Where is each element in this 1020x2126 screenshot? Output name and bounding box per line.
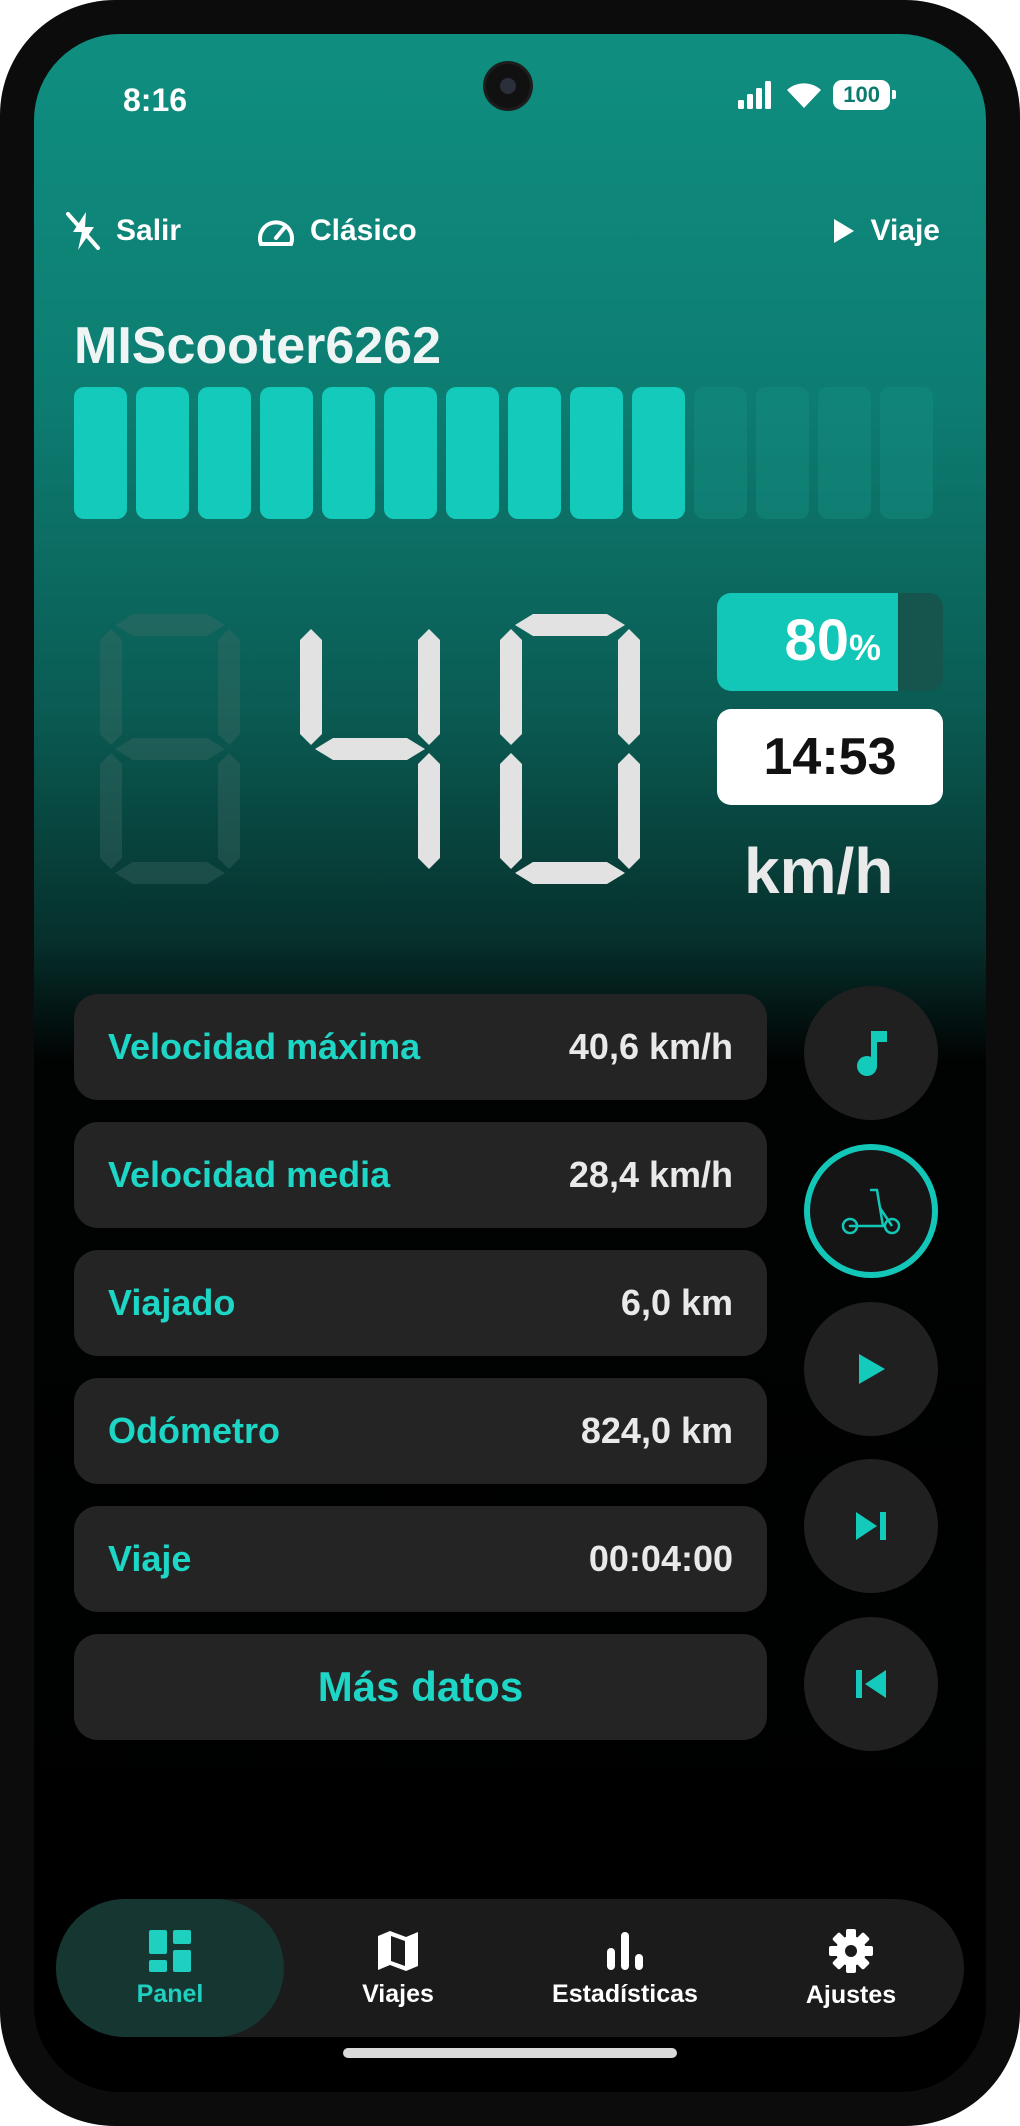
power-segment [446,387,499,519]
stat-label: Odómetro [108,1410,281,1451]
bar-chart-icon [607,1931,643,1970]
speed-segment [100,629,122,745]
battery-percentage-text: 80% [784,607,881,674]
more-data-button[interactable]: Más datos [74,1634,767,1740]
stat-value: 824,0 km [580,1410,733,1451]
power-segment [570,387,623,519]
power-segment [198,387,251,519]
trip-button[interactable]: Viaje [830,206,940,256]
nav-item-viajes[interactable]: Viajes [284,1899,512,2037]
battery-percentage-value: 80 [784,608,849,673]
speed-display [100,614,640,884]
exit-button[interactable]: Salir [64,206,181,256]
music-button[interactable] [804,986,938,1120]
mode-button[interactable]: Clásico [256,206,417,256]
stat-value: 00:04:00 [588,1538,733,1579]
mode-label: Clásico [310,214,417,247]
speedometer-icon [258,220,294,246]
power-segment [260,387,313,519]
skip-next-icon [856,1512,886,1540]
speed-segment [418,629,440,745]
speed-segment [115,738,225,760]
nav-label: Panel [136,1979,204,2008]
nav-item-estadisticas[interactable]: Estadísticas [512,1899,738,2037]
previous-button[interactable] [804,1617,938,1751]
phone-frame: 8:16 100 Salir Clásico Viaje MIScooter62… [0,0,1020,2126]
map-icon [378,1930,418,1971]
stat-value: 28,4 km/h [568,1154,733,1195]
nav-label: Estadísticas [552,1979,698,2008]
speed-segment [500,753,522,869]
battery-percentage: 80% [717,593,943,691]
scooter-icon [841,1188,901,1235]
power-segment [756,387,809,519]
speed-segment [418,753,440,869]
trip-label: Viaje [870,214,940,247]
stat-label: Velocidad media [108,1154,391,1195]
speed-segment [218,753,240,869]
power-segment [384,387,437,519]
stat-label: Viajado [108,1282,236,1323]
power-segment [818,387,871,519]
power-segment [136,387,189,519]
stat-value: 6,0 km [620,1282,733,1323]
stat-distance: Viajado 6,0 km [74,1250,767,1356]
power-level-bar [74,387,933,519]
stat-max-speed: Velocidad máxima 40,6 km/h [74,994,767,1100]
stat-value: 40,6 km/h [568,1026,733,1067]
speed-segment [218,629,240,745]
speed-segment [115,614,225,636]
speed-segment [515,614,625,636]
stat-average-speed: Velocidad media 28,4 km/h [74,1122,767,1228]
next-button[interactable] [804,1459,938,1593]
battery-percentage-unit: % [848,627,881,668]
skip-previous-icon [856,1670,886,1698]
power-segment [632,387,685,519]
music-note-icon [857,1031,887,1076]
clock: 14:53 [717,709,943,805]
battery-level: 100 [843,82,880,107]
gear-icon [829,1928,873,1973]
scooter-button[interactable] [804,1144,938,1278]
play-button[interactable] [804,1302,938,1436]
app-screen: 8:16 100 Salir Clásico Viaje MIScooter62… [34,34,986,2092]
play-icon [859,1354,885,1384]
stat-trip-time: Viaje 00:04:00 [74,1506,767,1612]
stat-label: Viaje [108,1538,192,1579]
play-icon [834,219,855,243]
nav-label: Ajustes [805,1980,897,2009]
speed-segment [115,862,225,884]
stat-label: Velocidad máxima [108,1026,421,1067]
flash-off-icon [66,212,100,250]
nav-item-panel[interactable]: Panel [56,1899,284,2037]
speed-segment [300,629,322,745]
power-segment [322,387,375,519]
more-data-label: Más datos [317,1663,524,1710]
nav-label: Viajes [362,1979,434,2008]
speed-unit: km/h [744,835,894,907]
exit-label: Salir [116,214,182,247]
battery-icon: 100 [833,80,896,110]
front-camera [486,64,530,108]
dashboard-icon [149,1929,191,1972]
device-name: MIScooter6262 [74,317,442,375]
speed-segment [515,862,625,884]
status-time: 8:16 [123,82,188,118]
nav-item-ajustes[interactable]: Ajustes [738,1899,964,2037]
wifi-icon [787,83,822,108]
speed-segment [315,738,425,760]
power-segment [694,387,747,519]
power-segment [74,387,127,519]
speed-segment [618,753,640,869]
speed-segment [500,629,522,745]
power-segment [880,387,933,519]
speed-segment [100,753,122,869]
speed-segment [618,629,640,745]
home-indicator[interactable] [343,2048,677,2058]
stat-odometer: Odómetro 824,0 km [74,1378,767,1484]
power-segment [508,387,561,519]
status-icons: 100 [737,80,896,110]
bottom-navigation: Panel Viajes Estadísticas Ajustes [56,1899,964,2037]
signal-icon [738,81,772,109]
